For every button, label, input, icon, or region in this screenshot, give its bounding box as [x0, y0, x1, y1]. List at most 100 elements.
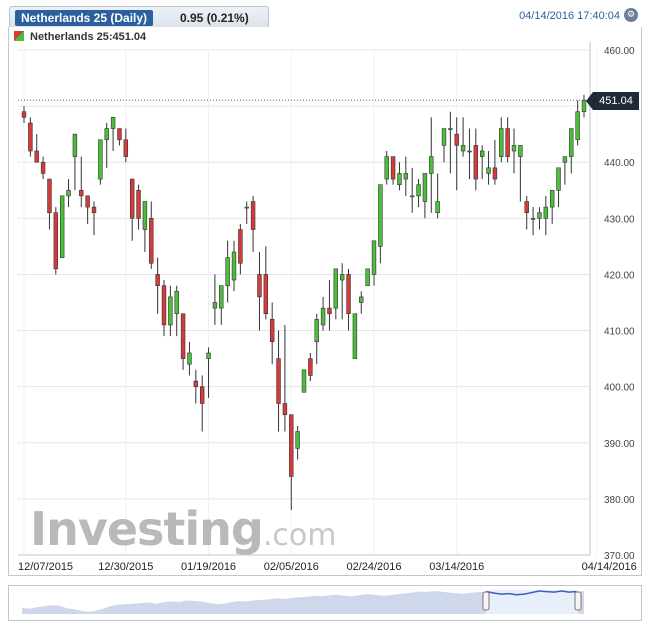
x-tick-label: 01/19/2016 [181, 561, 236, 573]
candle-body [518, 145, 523, 157]
candle-body [79, 189, 84, 197]
candle-body [346, 274, 351, 315]
candle-body [505, 128, 510, 157]
candle-body [441, 128, 447, 146]
candle-body [499, 128, 504, 157]
candle-body [142, 201, 148, 230]
candle-body [333, 268, 339, 309]
candle-body [530, 218, 536, 220]
candle-body [238, 229, 243, 264]
candle-body [301, 369, 307, 393]
candle-body [98, 139, 103, 180]
candle-body [212, 302, 218, 309]
candle-body [269, 319, 275, 343]
candle-body [282, 403, 288, 416]
candle-body [397, 173, 402, 185]
y-tick-label: 420.00 [604, 270, 635, 281]
candle-body [429, 156, 434, 174]
candle-body [136, 189, 141, 219]
candle-body [117, 128, 122, 141]
candle-body [486, 167, 491, 174]
candle-body [244, 206, 249, 209]
last-price-pointer [586, 92, 593, 110]
y-tick-label: 460.00 [604, 46, 635, 57]
candle-body [28, 122, 33, 152]
candle-body [314, 319, 319, 343]
candle-body [390, 156, 396, 180]
candle-body [308, 358, 313, 376]
candle-body [85, 195, 90, 208]
x-tick-label: 02/24/2016 [346, 561, 401, 573]
candle-body [110, 117, 116, 129]
candle-body [206, 352, 211, 359]
candle-body [403, 173, 409, 180]
candle-body [34, 150, 39, 163]
candle-body [339, 274, 345, 281]
x-tick-label: 04/14/2016 [582, 561, 637, 573]
candle-body [174, 290, 179, 315]
candle-body [352, 313, 358, 359]
candle-body [149, 218, 154, 264]
candle-body [187, 352, 192, 365]
candle-body [409, 195, 415, 198]
candle-body [479, 150, 485, 157]
candle-body [454, 133, 459, 146]
candle-body [40, 161, 46, 174]
candle-body [155, 274, 160, 286]
candle-body [448, 128, 453, 130]
candle-body [257, 274, 262, 298]
candle-body [168, 296, 173, 326]
candle-body [129, 178, 135, 219]
candle-body [543, 206, 549, 219]
candle-body [378, 184, 383, 247]
candle-body [59, 195, 65, 258]
candle-body [123, 139, 129, 157]
candle-body [569, 128, 574, 157]
investing-watermark: Investing.com [30, 502, 336, 556]
candle-body [72, 133, 78, 157]
candle-body [359, 296, 364, 303]
y-tick-label: 430.00 [604, 214, 635, 225]
candle-body [193, 380, 199, 387]
candle-body [225, 257, 230, 286]
candle-body [47, 178, 52, 214]
candle-body [295, 431, 300, 449]
candle-body [263, 274, 269, 315]
candle-body [524, 201, 529, 214]
candle-body [91, 206, 97, 214]
candle-body [365, 268, 370, 286]
candle-body [180, 313, 186, 359]
candle-body [21, 111, 27, 118]
candle-body [161, 285, 167, 326]
candle-body [537, 212, 542, 219]
candle-body [289, 414, 294, 477]
candle-body [460, 145, 466, 152]
navigator-panel[interactable] [8, 585, 642, 621]
y-tick-label: 400.00 [604, 383, 635, 394]
candle-body [104, 128, 109, 141]
x-tick-label: 12/30/2015 [98, 561, 153, 573]
y-tick-label: 440.00 [604, 158, 635, 169]
y-tick-label: 410.00 [604, 327, 635, 338]
candle-body [556, 167, 561, 191]
candle-body [435, 201, 440, 214]
last-price-badge: 451.04 [593, 92, 639, 110]
candle-body [219, 285, 224, 309]
x-tick-label: 02/05/2016 [264, 561, 319, 573]
candle-body [276, 358, 281, 404]
candle-body [384, 156, 389, 180]
candle-body [473, 145, 479, 180]
candle-body [549, 189, 555, 208]
x-tick-label: 12/07/2015 [18, 561, 73, 573]
candle-body [562, 156, 568, 163]
candle-body [320, 307, 326, 326]
candle-body [416, 184, 421, 197]
candle-body [371, 240, 377, 275]
candle-body [575, 111, 580, 141]
x-tick-label: 03/14/2016 [429, 561, 484, 573]
candle-body [492, 167, 498, 180]
candle-body [53, 212, 59, 270]
watermark-brand: Investing [30, 502, 264, 556]
candle-body [467, 150, 472, 153]
candle-body [66, 189, 71, 197]
